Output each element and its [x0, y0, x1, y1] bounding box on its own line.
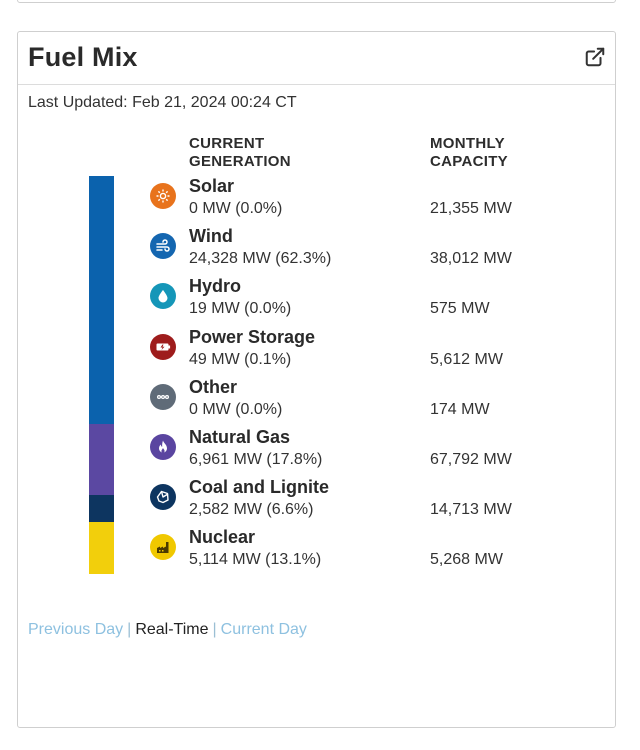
fuel-current-generation: 19 MW (0.0%) [189, 300, 292, 318]
fuel-name: Natural Gas [189, 427, 291, 447]
fuel-current-generation: 0 MW (0.0%) [189, 400, 283, 418]
fuel-current-generation: 6,961 MW (17.8%) [189, 451, 323, 468]
day-navigation: Previous Day | Real-Time | Current Day [28, 621, 307, 639]
monthly-capacity-header: MONTHLY CAPACITY [430, 135, 508, 170]
fuel-monthly-capacity: 21,355 MW [430, 200, 512, 217]
fuel-current-generation: 5,114 MW (13.1%) [189, 551, 322, 569]
fuel-mix-card: Fuel Mix Last Updated: Feb 21, 2024 00:2… [17, 31, 616, 728]
fuel-row-natural-gas: Natural Gas 6,961 MW (17.8%) 67,792 MW [18, 427, 615, 477]
fuel-name: Wind [189, 226, 233, 247]
fuel-name: Solar [189, 176, 235, 196]
coal-icon [150, 484, 176, 511]
fuel-name: Coal and Lignite [189, 477, 330, 498]
fuel-row-coal-and-lignite: Coal and Lignite 2,582 MW (6.6%) 14,713 MW [18, 477, 615, 527]
fuel-current-generation: 0 MW (0.0%) [189, 200, 283, 217]
current-generation-header: CURRENT GENERATION [189, 135, 291, 170]
nav-separator: | [127, 621, 132, 638]
nav-separator: | [212, 621, 217, 638]
fuel-monthly-capacity: 67,792 MW [430, 451, 512, 468]
fuel-monthly-capacity: 5,612 MW [430, 350, 503, 368]
fuel-name: Hydro [189, 276, 242, 297]
wind-icon [150, 233, 176, 260]
water-drop-icon [150, 283, 176, 310]
fuel-row-hydro: Hydro 19 MW (0.0%) 575 MW [18, 276, 615, 326]
card-title: Fuel Mix [28, 42, 138, 72]
fuel-current-generation: 24,328 MW (62.3%) [189, 250, 332, 268]
fuel-monthly-capacity: 14,713 MW [430, 501, 512, 519]
real-time-link[interactable]: Real-Time [135, 621, 208, 638]
flame-icon [150, 434, 176, 460]
fuel-row-other: Other 0 MW (0.0%) 174 MW [18, 377, 615, 427]
ellipsis-icon [150, 383, 176, 410]
previous-card-edge [17, 0, 616, 3]
fuel-current-generation: 49 MW (0.1%) [189, 350, 292, 368]
external-link-icon[interactable] [584, 46, 606, 68]
current-day-link[interactable]: Current Day [221, 621, 307, 638]
nuclear-plant-icon [150, 534, 176, 561]
previous-day-link[interactable]: Previous Day [28, 621, 123, 638]
fuel-name: Other [189, 376, 238, 397]
fuel-monthly-capacity: 5,268 MW [430, 551, 503, 569]
fuel-row-wind: Wind 24,328 MW (62.3%) 38,012 MW [18, 226, 615, 276]
last-updated-text: Last Updated: Feb 21, 2024 00:24 CT [28, 94, 297, 111]
fuel-row-nuclear: Nuclear 5,114 MW (13.1%) 5,268 MW [18, 527, 615, 577]
fuel-row-solar: Solar 0 MW (0.0%) 21,355 MW [18, 176, 615, 226]
fuel-current-generation: 2,582 MW (6.6%) [189, 501, 314, 519]
sun-icon [150, 183, 176, 209]
fuel-row-power-storage: Power Storage 49 MW (0.1%) 5,612 MW [18, 327, 615, 377]
card-header: Fuel Mix [18, 32, 615, 85]
fuel-name: Nuclear [189, 527, 256, 548]
fuel-monthly-capacity: 38,012 MW [430, 250, 512, 268]
fuel-monthly-capacity: 575 MW [430, 300, 490, 318]
fuel-name: Power Storage [189, 326, 316, 347]
fuel-monthly-capacity: 174 MW [430, 400, 490, 418]
battery-icon [150, 333, 176, 360]
